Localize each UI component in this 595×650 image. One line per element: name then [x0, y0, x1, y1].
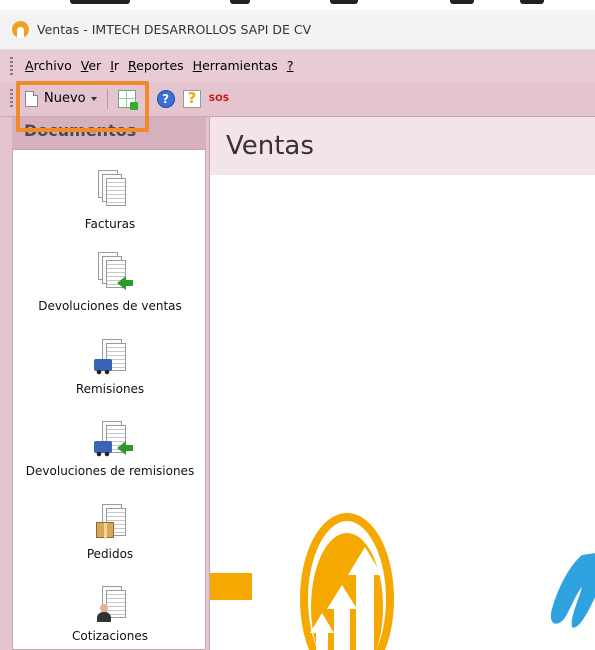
documents-list: Facturas Devoluciones de ventas Remision…: [12, 149, 206, 650]
help-icon[interactable]: ?: [156, 89, 175, 108]
doc-item-label: Facturas: [84, 217, 136, 231]
background-shape: [230, 0, 250, 4]
menu-reportes[interactable]: Reportes: [128, 58, 184, 73]
menu-ver[interactable]: Ver: [81, 58, 101, 73]
title-bar[interactable]: Ventas - IMTECH DESARROLLOS SAPI DE CV: [0, 10, 595, 50]
spreadsheet-export-icon[interactable]: [117, 89, 138, 110]
doc-item-pedidos[interactable]: Pedidos: [13, 500, 205, 561]
new-document-icon: [25, 90, 38, 107]
doc-item-cotizaciones[interactable]: Cotizaciones: [13, 582, 205, 643]
background-shape: [70, 0, 130, 4]
company-logo: [210, 513, 595, 650]
doc-item-remisiones[interactable]: Remisiones: [13, 335, 205, 396]
logo-orange-bar: [210, 573, 252, 600]
doc-item-facturas[interactable]: Facturas: [13, 170, 205, 231]
documents-header[interactable]: Documentos: [12, 117, 206, 149]
background-shape: [520, 0, 544, 4]
doc-item-devoluciones-ventas[interactable]: Devoluciones de ventas: [13, 252, 205, 313]
window-title: Ventas - IMTECH DESARROLLOS SAPI DE CV: [37, 22, 312, 37]
package-box-icon: [94, 500, 126, 540]
doc-item-label: Devoluciones de ventas: [38, 299, 182, 313]
background-shape: [450, 0, 474, 4]
doc-item-label: Pedidos: [86, 547, 134, 561]
main-content: Ventas: [209, 117, 595, 650]
menu-ayuda[interactable]: ?: [287, 58, 294, 73]
chevron-down-icon[interactable]: [90, 96, 97, 101]
nuevo-label: Nuevo: [44, 91, 86, 106]
documents-return-icon: [94, 252, 133, 292]
toolbar-separator: [145, 88, 147, 109]
toolbar-grip-handle[interactable]: [10, 88, 13, 109]
delivery-return-icon: [94, 417, 133, 457]
background-shape: [330, 0, 358, 4]
doc-item-label: Devoluciones de remisiones: [25, 464, 195, 478]
doc-item-devoluciones-remisiones[interactable]: Devoluciones de remisiones: [13, 417, 205, 478]
background-window-edge: [0, 0, 595, 10]
logo-blue-stroke: [550, 553, 595, 628]
toolbar-separator: [106, 88, 108, 109]
app-logo-icon: [12, 21, 29, 38]
delivery-truck-icon: [94, 335, 126, 375]
nuevo-button[interactable]: Nuevo: [21, 87, 101, 111]
person-quote-icon: [94, 582, 126, 622]
whats-this-icon[interactable]: [182, 89, 201, 108]
menu-bar: Archivo Ver Ir Reportes Herramientas ?: [0, 50, 595, 81]
toolbar: Nuevo ? SOS: [0, 81, 595, 117]
sos-button[interactable]: SOS: [209, 94, 230, 104]
documents-stack-icon: [94, 170, 126, 210]
menu-ir[interactable]: Ir: [110, 58, 119, 73]
menu-archivo[interactable]: Archivo: [25, 58, 72, 73]
menu-grip-handle[interactable]: [10, 56, 13, 75]
menu-herramientas[interactable]: Herramientas: [193, 58, 278, 73]
doc-item-label: Remisiones: [75, 382, 145, 396]
doc-item-label: Cotizaciones: [72, 629, 148, 643]
